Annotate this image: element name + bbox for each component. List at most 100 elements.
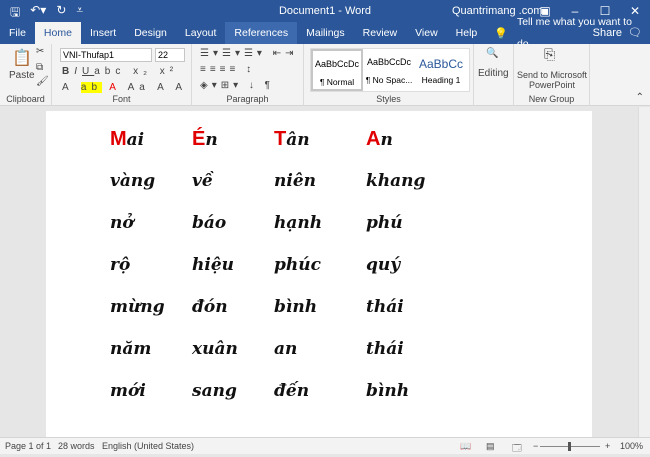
- status-bar: Page 1 of 1 28 words English (United Sta…: [0, 437, 650, 454]
- tab-mailings[interactable]: Mailings: [297, 22, 354, 44]
- document-page[interactable]: Mai Én Tân An vàng về niên khang nở báo hạnh phú rộ h…: [46, 111, 592, 441]
- align-buttons[interactable]: ≡≡≡≡ ↕: [200, 64, 255, 75]
- tab-view[interactable]: View: [406, 22, 447, 44]
- print-layout-icon[interactable]: ▤: [486, 441, 495, 452]
- table-cell-word: về: [192, 171, 213, 191]
- font-color-buttons[interactable]: A ab A Aa A A: [62, 82, 187, 93]
- copy-icon[interactable]: ⧉: [36, 62, 43, 73]
- send-to-powerpoint-button[interactable]: Send to Microsoft PowerPoint: [514, 70, 590, 90]
- new-group: ⎘ Send to Microsoft PowerPoint New Group: [514, 44, 590, 106]
- red-initial: A: [366, 128, 381, 150]
- ribbon-tabs: File Home Insert Design Layout Reference…: [0, 16, 650, 50]
- table-cell-word: năm: [110, 339, 152, 359]
- paragraph-label: Paragraph: [226, 94, 269, 104]
- table-cell-word: thái: [366, 339, 404, 359]
- style-no-spacing[interactable]: AaBbCcDc ¶ No Spac...: [363, 49, 415, 91]
- paste-icon[interactable]: 📋: [12, 48, 32, 68]
- table-cell-word: nở: [110, 213, 134, 233]
- read-mode-icon[interactable]: 📖: [460, 441, 471, 452]
- shading-border-buttons[interactable]: ◈▾⊞▾ ↓ ¶: [200, 80, 274, 91]
- tab-layout[interactable]: Layout: [176, 22, 226, 44]
- red-initial: M: [110, 128, 127, 150]
- page-count[interactable]: Page 1 of 1: [5, 441, 51, 451]
- table-cell-word: hiệu: [192, 255, 234, 275]
- editing-group[interactable]: 🔍 Editing: [474, 44, 514, 106]
- table-cell-word: Tân: [274, 125, 366, 153]
- table-cell-word: quý: [366, 255, 401, 275]
- table-cell-word: niên: [274, 171, 316, 191]
- table-cell-word: phú: [366, 213, 403, 233]
- clipboard-group: 📋 Paste ✂ ⧉ 🖌 Clipboard: [0, 44, 52, 106]
- table-cell-word: mừng: [110, 297, 165, 317]
- word-rest: ai: [126, 130, 145, 150]
- tab-file[interactable]: File: [0, 22, 35, 44]
- style-preview: AaBbCcDc: [366, 57, 411, 67]
- format-painter-icon[interactable]: 🖌: [36, 76, 49, 87]
- powerpoint-icon: ⎘: [544, 46, 556, 62]
- styles-label: Styles: [376, 94, 401, 104]
- font-size-select[interactable]: 22: [155, 48, 185, 62]
- document-area: Mai Én Tân An vàng về niên khang nở báo hạnh phú rộ h…: [0, 107, 638, 441]
- cut-icon[interactable]: ✂: [36, 46, 44, 57]
- find-icon: 🔍: [486, 48, 499, 59]
- style-name: ¶ Normal: [319, 77, 355, 87]
- table-cell-word: An: [366, 125, 426, 153]
- word-table: Mai Én Tân An vàng về niên khang nở báo hạnh phú rộ h…: [110, 125, 426, 405]
- word-count[interactable]: 28 words: [58, 441, 95, 451]
- table-cell-word: bình: [274, 297, 318, 317]
- tab-review[interactable]: Review: [354, 22, 406, 44]
- style-preview: AaBbCc: [418, 57, 464, 71]
- comments-icon[interactable]: 🗨: [628, 26, 642, 39]
- web-layout-icon[interactable]: 🗔: [512, 441, 522, 457]
- language[interactable]: English (United States): [102, 441, 194, 451]
- tab-insert[interactable]: Insert: [81, 22, 125, 44]
- tab-help[interactable]: Help: [447, 22, 487, 44]
- tab-references[interactable]: References: [225, 22, 298, 44]
- table-cell-word: báo: [192, 213, 227, 233]
- table-cell-word: thái: [366, 297, 404, 317]
- editing-button[interactable]: Editing: [478, 68, 509, 79]
- table-cell-word: vàng: [110, 171, 156, 191]
- new-group-label: New Group: [528, 94, 575, 104]
- share-button[interactable]: Share: [593, 27, 622, 39]
- word-rest: n: [380, 130, 393, 150]
- zoom-slider-thumb[interactable]: [568, 442, 571, 451]
- table-cell-word: đón: [192, 297, 228, 317]
- zoom-out-button[interactable]: −: [533, 441, 538, 451]
- vertical-scrollbar[interactable]: [638, 107, 650, 437]
- table-cell-word: sang: [192, 381, 237, 401]
- table-cell-word: phúc: [274, 255, 321, 275]
- table-cell-word: mới: [110, 381, 146, 401]
- table-cell-word: an: [274, 339, 298, 359]
- style-heading-1[interactable]: AaBbCc Heading 1: [415, 49, 467, 91]
- table-cell-word: khang: [366, 171, 426, 191]
- red-initial: É: [192, 128, 206, 150]
- table-cell-word: hạnh: [274, 213, 323, 233]
- style-normal[interactable]: AaBbCcDc ¶ Normal: [311, 49, 363, 91]
- paste-button[interactable]: Paste: [9, 70, 35, 81]
- style-name: Heading 1: [421, 75, 461, 85]
- style-name: ¶ No Spac...: [365, 75, 413, 85]
- styles-gallery: AaBbCcDc ¶ Normal AaBbCcDc ¶ No Spac... Aa…: [310, 48, 470, 92]
- table-cell-word: rộ: [110, 255, 131, 275]
- table-cell-word: Én: [192, 125, 274, 153]
- font-label: Font: [112, 94, 131, 104]
- list-buttons[interactable]: ☰▾☰▾☰▾ ⇤⇥: [200, 48, 298, 59]
- table-cell-word: đến: [274, 381, 310, 401]
- table-cell-word: xuân: [192, 339, 238, 359]
- table-cell-word: bình: [366, 381, 410, 401]
- zoom-in-button[interactable]: +: [605, 441, 610, 451]
- style-preview: AaBbCcDc: [314, 59, 359, 69]
- collapse-ribbon-icon[interactable]: ⌃: [636, 92, 644, 103]
- red-initial: T: [274, 128, 287, 150]
- lightbulb-icon: 💡: [494, 27, 508, 40]
- word-rest: ân: [286, 130, 310, 150]
- tab-home[interactable]: Home: [34, 22, 81, 44]
- paragraph-group: ☰▾☰▾☰▾ ⇤⇥ ≡≡≡≡ ↕ ◈▾⊞▾ ↓ ¶ Paragraph: [192, 44, 304, 106]
- font-format-buttons[interactable]: BIUabc x₂ x²: [62, 66, 178, 77]
- word-rest: n: [205, 130, 218, 150]
- tab-design[interactable]: Design: [125, 22, 176, 44]
- zoom-level[interactable]: 100%: [620, 441, 643, 451]
- ribbon: 📋 Paste ✂ ⧉ 🖌 Clipboard Font VNI-Thufap1…: [0, 44, 650, 106]
- font-name-select[interactable]: VNI-Thufap1: [60, 48, 152, 62]
